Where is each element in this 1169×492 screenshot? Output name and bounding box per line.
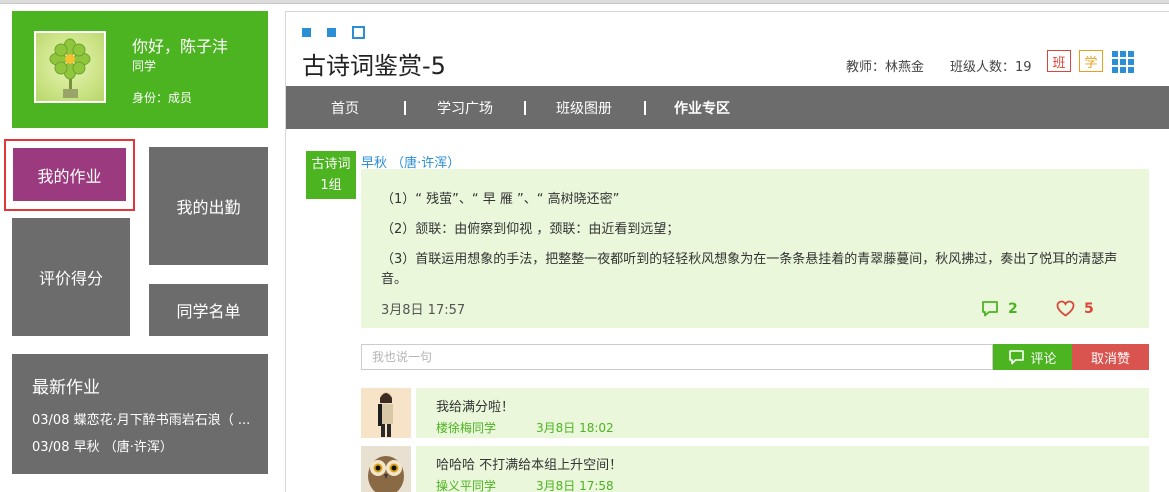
course-panel: 古诗词鉴赏-5 教师：林燕金 班级人数：19 班 学 首页 学习广场 班级图册 … <box>285 11 1169 492</box>
reply-time: 3月8日 17:58 <box>536 479 614 492</box>
owl-avatar-icon <box>368 456 404 492</box>
nav-homework-zone[interactable]: 作业专区 <box>674 98 730 118</box>
browser-tab-strip <box>0 0 1169 4</box>
reply-item: 我给满分啦！ 楼徐梅同学 3月8日 18:02 <box>361 388 1149 438</box>
post-line: （2）颔联：由俯察到仰视 ，颈联：由近看到远望； <box>381 222 680 237</box>
like-count: 5 <box>1084 300 1094 317</box>
nav-learning-square[interactable]: 学习广场 <box>437 98 493 118</box>
reply-text: 哈哈哈 不打满给本组上升空间！ <box>436 458 623 473</box>
speech-bubble-icon <box>1009 350 1025 365</box>
flower-avatar-icon <box>36 33 104 101</box>
post-line: （3）首联运用想象的手法，把整整一夜都听到的轻轻秋风想象为在一条条悬挂着的青翠藤… <box>381 252 1118 287</box>
reply-user[interactable]: 操义平同学 <box>436 477 496 492</box>
indicator-dot[interactable] <box>302 28 311 37</box>
course-nav: 首页 学习广场 班级图册 作业专区 <box>286 86 1169 129</box>
reply-body: 我给满分啦！ 楼徐梅同学 3月8日 18:02 <box>416 388 1149 438</box>
group-tag: 古诗词 1组 <box>306 151 356 199</box>
reply-body: 哈哈哈 不打满给本组上升空间！ 操义平同学 3月8日 17:58 <box>416 446 1149 492</box>
post-time: 3月8日 17:57 <box>381 303 466 318</box>
my-attendance-button[interactable]: 我的出勤 <box>149 147 268 265</box>
comment-count-button[interactable]: 2 <box>981 300 1018 317</box>
nav-divider <box>404 101 406 115</box>
user-role: 同学 <box>132 59 157 73</box>
latest-homework-title: 最新作业 <box>32 378 100 398</box>
post-content: （1）“ 残萤”、“ 早 雁 ”、“ 高树晓还密” （2）颔联：由俯察到仰视 ，… <box>361 169 1149 328</box>
comment-count: 2 <box>1008 300 1018 317</box>
user-identity: 身份：成员 <box>132 91 193 105</box>
class-badge[interactable]: 班 <box>1047 50 1071 72</box>
indicator-dot-active[interactable] <box>352 26 365 39</box>
group-tag-line: 古诗词 <box>311 157 351 172</box>
unlike-button[interactable]: 取消赞 <box>1072 344 1149 370</box>
like-count-button[interactable]: 5 <box>1056 300 1094 317</box>
speech-bubble-icon <box>982 301 998 317</box>
latest-homework-item[interactable]: 03/08 蝶恋花·月下醉书雨岩石浪（ ... <box>32 409 262 428</box>
reply-user[interactable]: 楼徐梅同学 <box>436 419 496 436</box>
group-tag-line: 1组 <box>320 178 342 193</box>
course-title: 古诗词鉴赏-5 <box>302 52 446 80</box>
study-badge[interactable]: 学 <box>1079 50 1103 72</box>
indicator-dot[interactable] <box>327 28 336 37</box>
grid-icon[interactable] <box>1112 51 1134 73</box>
teacher-name: 教师：林燕金 <box>846 60 925 75</box>
latest-homework-item[interactable]: 03/08 早秋 （唐·许浑） <box>32 436 262 455</box>
heart-icon <box>1056 300 1075 317</box>
nav-home[interactable]: 首页 <box>331 98 359 118</box>
user-card: 你好，陈子沣 同学 身份：成员 <box>12 11 268 128</box>
my-homework-button[interactable]: 我的作业 <box>13 148 126 201</box>
nav-class-album[interactable]: 班级图册 <box>556 98 612 118</box>
nav-divider <box>524 101 526 115</box>
class-size: 班级人数：19 <box>950 60 1032 75</box>
latest-homework-panel: 最新作业 03/08 蝶恋花·月下醉书雨岩石浪（ ... 03/08 早秋 （唐… <box>12 354 268 474</box>
comment-input[interactable] <box>361 344 993 370</box>
nav-divider <box>644 101 646 115</box>
user-avatar[interactable] <box>34 31 106 103</box>
reply-time: 3月8日 18:02 <box>536 421 614 435</box>
evaluation-button[interactable]: 评价得分 <box>12 218 130 336</box>
reply-text: 我给满分啦！ <box>436 400 515 415</box>
comment-form: 评论 取消赞 <box>361 344 1149 370</box>
submit-comment-button[interactable]: 评论 <box>993 344 1072 370</box>
girl-avatar-icon <box>378 392 393 437</box>
my-homework-highlight: 我的作业 <box>4 139 135 211</box>
post-line: （1）“ 残萤”、“ 早 雁 ”、“ 高树晓还密” <box>381 192 620 207</box>
reply-item: 哈哈哈 不打满给本组上升空间！ 操义平同学 3月8日 17:58 <box>361 446 1149 492</box>
classmates-button[interactable]: 同学名单 <box>149 284 268 336</box>
submit-comment-label: 评论 <box>1030 350 1057 366</box>
reply-avatar[interactable] <box>361 388 411 438</box>
user-greeting: 你好，陈子沣 <box>132 37 229 56</box>
reply-avatar[interactable] <box>361 446 411 492</box>
